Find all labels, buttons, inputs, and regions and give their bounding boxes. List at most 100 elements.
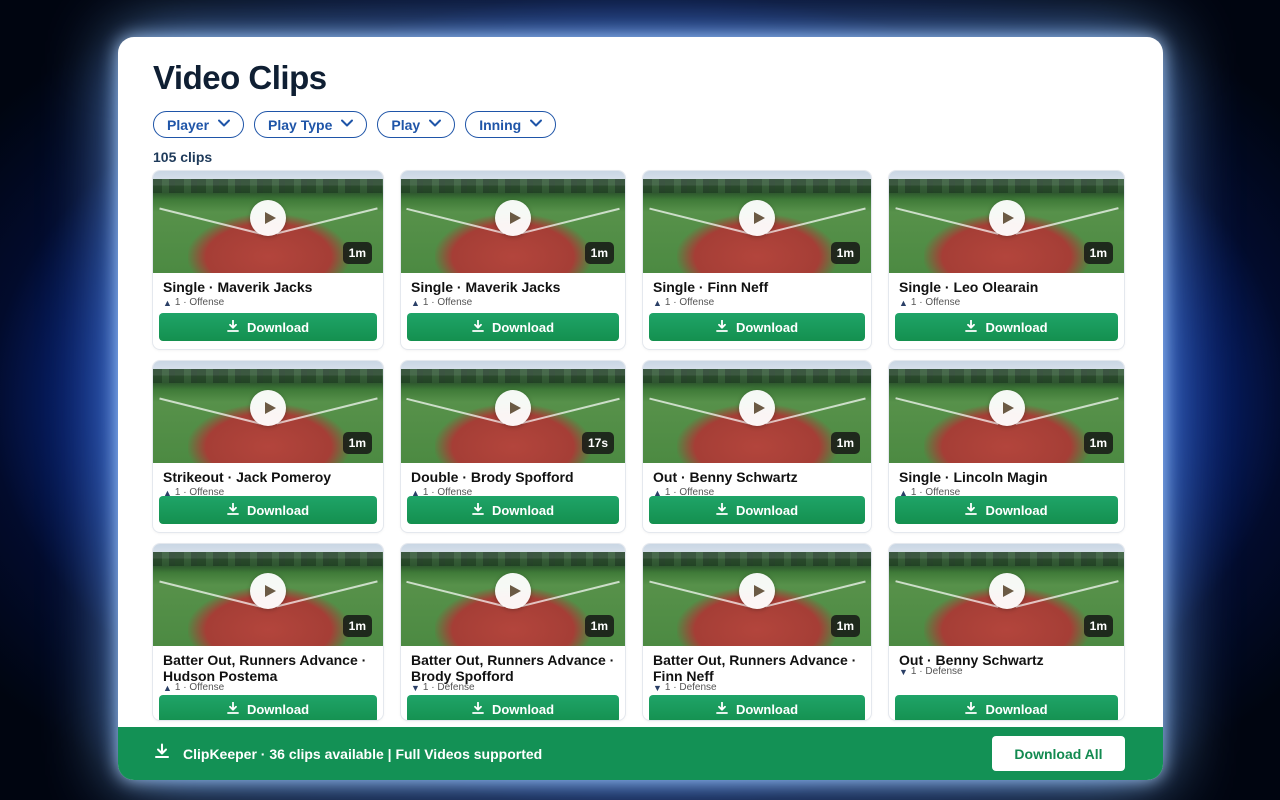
chevron-down-icon <box>428 116 442 133</box>
clip-card: 1m Batter Out, Runners Advance · Finn Ne… <box>643 544 871 720</box>
clip-thumbnail[interactable]: 17s <box>401 361 625 463</box>
clip-meta-text: 1 · Defense <box>664 682 717 693</box>
download-button[interactable]: Download <box>407 695 619 720</box>
clip-thumbnail[interactable]: 1m <box>153 361 383 463</box>
clip-thumbnail[interactable]: 1m <box>889 544 1124 646</box>
clip-title: Batter Out, Runners Advance · Brody Spof… <box>411 652 615 684</box>
download-icon <box>227 701 239 717</box>
download-button[interactable]: Download <box>159 496 377 524</box>
clip-thumbnail[interactable]: 1m <box>889 171 1124 273</box>
clip-card: 1m Single · Finn Neff ▲ 1 · Offense Down… <box>643 171 871 349</box>
download-button[interactable]: Download <box>407 313 619 341</box>
download-icon <box>716 502 728 518</box>
download-label: Download <box>985 319 1048 335</box>
download-button[interactable]: Download <box>895 695 1118 720</box>
download-label: Download <box>735 319 799 335</box>
clip-title: Batter Out, Runners Advance · Hudson Pos… <box>163 652 367 684</box>
play-icon[interactable] <box>988 390 1025 426</box>
filter-label: Play <box>391 116 421 133</box>
play-icon[interactable] <box>250 573 286 609</box>
clip-thumbnail[interactable]: 1m <box>643 171 871 273</box>
clip-thumbnail[interactable]: 1m <box>153 171 383 273</box>
download-button[interactable]: Download <box>407 496 619 524</box>
download-button[interactable]: Download <box>649 313 865 341</box>
clip-card: 1m Single · Lincoln Magin ▲ 1 · Offense … <box>889 361 1124 532</box>
download-label: Download <box>985 701 1048 717</box>
clip-card: 1m Single · Maverik Jacks ▲ 1 · Offense … <box>401 171 625 349</box>
chevron-down-icon <box>217 116 231 133</box>
duration-badge: 1m <box>830 432 860 454</box>
download-icon <box>227 319 239 335</box>
download-button[interactable]: Download <box>649 695 865 720</box>
play-icon[interactable] <box>495 200 531 236</box>
download-icon <box>965 701 978 717</box>
filter-label: Play Type <box>268 116 333 133</box>
clip-card: 17s Double · Brody Spofford ▲ 1 · Offens… <box>401 361 625 532</box>
clips-panel: Video Clips Player Play Type Play Inning… <box>118 37 1163 780</box>
clip-card: 1m Single · Leo Olearain ▲ 1 · Offense D… <box>889 171 1124 349</box>
duration-badge: 1m <box>342 432 372 454</box>
download-all-button[interactable]: Download All <box>992 736 1125 771</box>
duration-badge: 17s <box>581 432 614 454</box>
play-icon[interactable] <box>495 390 531 426</box>
download-button[interactable]: Download <box>159 695 377 720</box>
play-icon[interactable] <box>988 573 1025 609</box>
inning-arrow-icon: ▲ <box>899 297 908 308</box>
clip-thumbnail[interactable]: 1m <box>153 544 383 646</box>
clip-thumbnail[interactable]: 1m <box>889 361 1124 463</box>
clip-thumbnail[interactable]: 1m <box>401 544 625 646</box>
clip-title: Single · Leo Olearain <box>899 279 1039 295</box>
footer-status-text: ClipKeeper · 36 clips available | Full V… <box>183 745 543 762</box>
filter-bar: Player Play Type Play Inning <box>153 111 557 138</box>
inning-arrow-icon: ▼ <box>899 666 908 677</box>
filter-inning-dropdown[interactable]: Inning <box>465 111 557 138</box>
clip-card: 1m Out · Benny Schwartz ▼ 1 · Defense Do… <box>889 544 1124 720</box>
filter-play-type-dropdown[interactable]: Play Type <box>254 111 368 138</box>
clip-card: 1m Batter Out, Runners Advance · Hudson … <box>153 544 383 720</box>
clip-title: Double · Brody Spofford <box>411 469 574 485</box>
play-icon[interactable] <box>739 390 775 426</box>
play-icon[interactable] <box>495 573 531 609</box>
chevron-down-icon <box>340 116 354 133</box>
filter-play-dropdown[interactable]: Play <box>377 111 456 138</box>
download-button[interactable]: Download <box>649 496 865 524</box>
play-icon[interactable] <box>250 390 286 426</box>
inning-arrow-icon: ▼ <box>411 682 420 693</box>
clip-thumbnail[interactable]: 1m <box>643 544 871 646</box>
duration-badge: 1m <box>1083 432 1113 454</box>
duration-badge: 1m <box>1083 242 1113 264</box>
inning-arrow-icon: ▲ <box>653 297 662 308</box>
play-icon[interactable] <box>250 200 286 236</box>
filter-label: Player <box>167 116 210 133</box>
clip-title: Out · Benny Schwartz <box>653 469 798 485</box>
clip-thumbnail[interactable]: 1m <box>643 361 871 463</box>
clip-title: Single · Finn Neff <box>653 279 769 295</box>
clip-meta: ▲ 1 · Offense <box>163 682 224 693</box>
duration-badge: 1m <box>342 615 372 637</box>
download-button[interactable]: Download <box>895 496 1118 524</box>
inning-arrow-icon: ▲ <box>411 297 420 308</box>
download-label: Download <box>491 319 555 335</box>
clip-meta: ▼ 1 · Defense <box>411 682 475 693</box>
play-icon[interactable] <box>988 200 1025 236</box>
clip-meta-text: 1 · Offense <box>422 297 473 308</box>
download-label: Download <box>985 502 1048 518</box>
download-button[interactable]: Download <box>159 313 377 341</box>
download-icon <box>154 743 170 764</box>
clip-meta: ▲ 1 · Offense <box>411 297 472 308</box>
play-icon[interactable] <box>739 200 775 236</box>
clip-thumbnail[interactable]: 1m <box>401 171 625 273</box>
clip-card: 1m Strikeout · Jack Pomeroy ▲ 1 · Offens… <box>153 361 383 532</box>
download-label: Download <box>246 319 310 335</box>
download-icon <box>472 319 484 335</box>
inning-arrow-icon: ▲ <box>163 682 172 693</box>
download-label: Download <box>491 701 555 717</box>
play-icon[interactable] <box>739 573 775 609</box>
clip-meta: ▲ 1 · Offense <box>899 297 960 308</box>
clip-meta-text: 1 · Offense <box>664 297 715 308</box>
download-button[interactable]: Download <box>895 313 1118 341</box>
clip-meta: ▼ 1 · Defense <box>653 682 717 693</box>
filter-player-dropdown[interactable]: Player <box>153 111 245 138</box>
footer-bar: ClipKeeper · 36 clips available | Full V… <box>118 727 1163 780</box>
clip-meta: ▲ 1 · Offense <box>653 297 714 308</box>
